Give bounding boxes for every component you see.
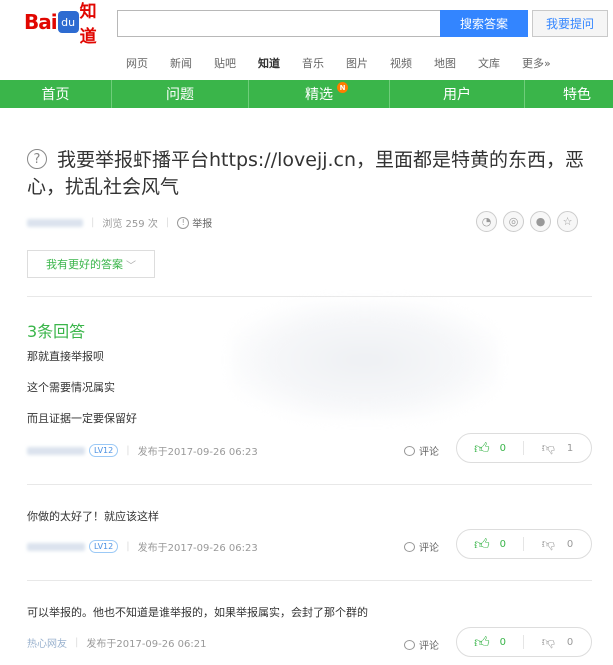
better-answer-label: 我有更好的答案 bbox=[46, 258, 123, 271]
channel-web[interactable]: 网页 bbox=[126, 55, 148, 71]
level-badge: LV12 bbox=[89, 444, 119, 457]
vote-widget: 👍︎ 0 👎︎ 0 bbox=[456, 627, 592, 657]
comment-label: 评论 bbox=[419, 543, 439, 554]
channel-images[interactable]: 图片 bbox=[346, 55, 368, 71]
comment-icon bbox=[404, 639, 415, 650]
thumbs-down-icon: 👎︎ bbox=[541, 634, 555, 650]
answer-count: 3条回答 bbox=[27, 322, 86, 341]
header: Bai du 知道 搜索答案 我要提问 bbox=[0, 0, 613, 47]
channel-more[interactable]: 更多» bbox=[522, 55, 551, 71]
qzone-star-icon[interactable]: ☆ bbox=[557, 211, 578, 232]
ask-question-button[interactable]: 我要提问 bbox=[532, 10, 608, 37]
author-redacted bbox=[27, 446, 85, 455]
thumbs-up-icon: 👍︎ bbox=[473, 632, 490, 651]
upvote-count: 0 bbox=[499, 442, 507, 454]
chevron-down-icon: ﹀ bbox=[126, 260, 136, 272]
post-time: 发布于2017-09-26 06:21 bbox=[86, 639, 207, 650]
paw-icon: du bbox=[57, 11, 79, 33]
author-redacted bbox=[27, 542, 85, 551]
channel-news[interactable]: 新闻 bbox=[170, 55, 192, 71]
comment-icon bbox=[404, 541, 415, 552]
downvote-button[interactable]: 👎︎ 1 bbox=[524, 441, 591, 456]
comment-label: 评论 bbox=[419, 641, 439, 652]
answer-2-line-1: 你做的太好了！就应该这样 bbox=[27, 510, 159, 523]
question-title: 我要举报虾播平台https://lovejj.cn，里面都是特黄的东西，恶心，扰… bbox=[27, 149, 585, 198]
post-time: 发布于2017-09-26 06:23 bbox=[137, 447, 258, 458]
vote-widget: 👍︎ 0 👎︎ 0 bbox=[456, 529, 592, 559]
channel-tieba[interactable]: 贴吧 bbox=[214, 55, 236, 71]
view-count: 浏览 259 次 bbox=[102, 219, 158, 230]
divider bbox=[27, 296, 592, 297]
answer-3-meta: 热心网友 | 发布于2017-09-26 06:21 bbox=[27, 635, 207, 650]
level-badge: LV12 bbox=[89, 540, 119, 553]
downvote-button[interactable]: 👎︎ 0 bbox=[524, 635, 591, 650]
answer-1-line-1: 那就直接举报呗 bbox=[27, 350, 104, 363]
report-icon: ! bbox=[177, 216, 190, 229]
wechat-icon[interactable]: ◔ bbox=[476, 211, 497, 232]
share-icons: ◔ ◎ ● ☆ bbox=[476, 211, 584, 232]
search-answer-button[interactable]: 搜索答案 bbox=[440, 10, 528, 37]
thumbs-up-icon: 👍︎ bbox=[473, 438, 490, 457]
nav-special[interactable]: 特色 bbox=[525, 80, 613, 108]
channel-zhidao[interactable]: 知道 bbox=[258, 55, 280, 71]
report-link[interactable]: 举报 bbox=[192, 215, 212, 230]
baidu-zhidao-logo[interactable]: Bai du 知道 bbox=[24, 2, 112, 47]
nav-featured[interactable]: 精选 N bbox=[249, 80, 390, 108]
thumbs-up-icon: 👍︎ bbox=[473, 534, 490, 553]
channel-music[interactable]: 音乐 bbox=[302, 55, 324, 71]
divider bbox=[27, 580, 592, 581]
upvote-button[interactable]: 👍︎ 0 bbox=[457, 438, 524, 457]
comment-icon bbox=[404, 445, 415, 456]
answer-2-meta: LV12 | 发布于2017-09-26 06:23 bbox=[27, 539, 258, 554]
answer-1-meta: LV12 | 发布于2017-09-26 06:23 bbox=[27, 443, 258, 458]
thumbs-down-icon: 👎︎ bbox=[541, 536, 555, 552]
downvote-button[interactable]: 👎︎ 0 bbox=[524, 537, 591, 552]
search-input[interactable] bbox=[117, 10, 440, 37]
nav-home[interactable]: 首页 bbox=[0, 80, 112, 108]
question-meta: | 浏览 259 次 | ! 举报 bbox=[27, 215, 212, 230]
logo-zhidao: 知道 bbox=[79, 2, 97, 47]
weibo-icon[interactable]: ◎ bbox=[503, 211, 524, 232]
logo-bai: Bai bbox=[24, 10, 58, 34]
upvote-count: 0 bbox=[499, 538, 507, 550]
downvote-count: 0 bbox=[566, 538, 574, 550]
channel-video[interactable]: 视频 bbox=[390, 55, 412, 71]
upvote-button[interactable]: 👍︎ 0 bbox=[457, 534, 524, 553]
main-nav: 首页 问题 精选 N 用户 特色 bbox=[0, 80, 613, 108]
comment-button[interactable]: 评论 bbox=[404, 637, 439, 652]
post-time: 发布于2017-09-26 06:23 bbox=[137, 543, 258, 554]
answer-1-line-3: 而且证据一定要保留好 bbox=[27, 412, 137, 425]
nav-questions[interactable]: 问题 bbox=[112, 80, 249, 108]
asker-name-redacted bbox=[27, 218, 83, 227]
nav-featured-label: 精选 bbox=[305, 87, 333, 103]
channel-nav: 网页 新闻 贴吧 知道 音乐 图片 视频 地图 文库 更多» bbox=[126, 55, 573, 71]
comment-button[interactable]: 评论 bbox=[404, 539, 439, 554]
qq-icon[interactable]: ● bbox=[530, 211, 551, 232]
channel-wenku[interactable]: 文库 bbox=[478, 55, 500, 71]
downvote-count: 0 bbox=[566, 636, 574, 648]
comment-label: 评论 bbox=[419, 447, 439, 458]
thumbs-down-icon: 👎︎ bbox=[541, 440, 555, 456]
vote-widget: 👍︎ 0 👎︎ 1 bbox=[456, 433, 592, 463]
answer-1-line-2: 这个需要情况属实 bbox=[27, 381, 115, 394]
author-name[interactable]: 热心网友 bbox=[27, 635, 67, 650]
redacted-image bbox=[230, 300, 500, 420]
better-answer-button[interactable]: 我有更好的答案 ﹀ bbox=[27, 250, 155, 278]
upvote-button[interactable]: 👍︎ 0 bbox=[457, 632, 524, 651]
answer-3-line-1: 可以举报的。他也不知道是谁举报的，如果举报属实，会封了那个群的 bbox=[27, 606, 368, 619]
divider bbox=[27, 484, 592, 485]
new-badge: N bbox=[337, 82, 348, 93]
upvote-count: 0 bbox=[499, 636, 507, 648]
downvote-count: 1 bbox=[566, 442, 574, 454]
nav-users[interactable]: 用户 bbox=[390, 80, 525, 108]
channel-map[interactable]: 地图 bbox=[434, 55, 456, 71]
comment-button[interactable]: 评论 bbox=[404, 443, 439, 458]
